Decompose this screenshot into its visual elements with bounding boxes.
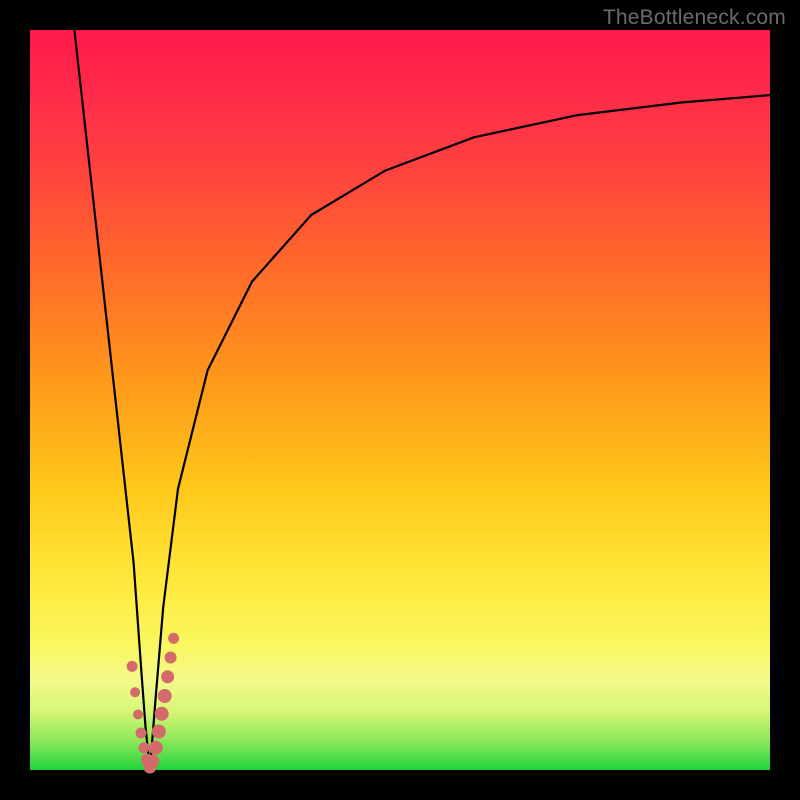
watermark-label: TheBottleneck.com xyxy=(603,6,786,30)
data-point xyxy=(149,741,163,755)
data-point xyxy=(133,710,143,720)
data-point xyxy=(155,707,169,721)
chart-frame: TheBottleneck.com xyxy=(0,0,800,800)
data-point xyxy=(130,687,140,697)
plot-area xyxy=(30,30,770,770)
chart-svg xyxy=(30,30,770,770)
data-point xyxy=(136,728,147,739)
data-point xyxy=(158,689,172,703)
data-point xyxy=(127,661,138,672)
data-point xyxy=(161,670,174,683)
data-point xyxy=(152,725,166,739)
points-group xyxy=(127,633,180,774)
data-point xyxy=(168,633,179,644)
data-point xyxy=(165,652,177,664)
data-point xyxy=(146,755,159,768)
curve-right-branch xyxy=(150,95,770,770)
data-point xyxy=(139,742,150,753)
curve-left-branch xyxy=(74,30,149,770)
